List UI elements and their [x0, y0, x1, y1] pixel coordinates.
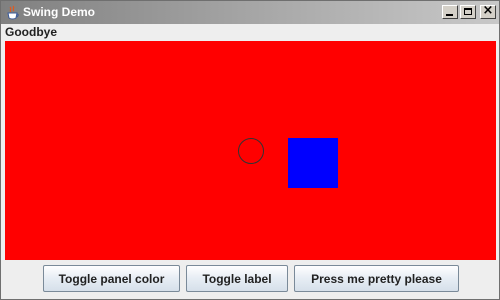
maximize-button[interactable]: [460, 5, 476, 19]
toggle-label-button[interactable]: Toggle label: [186, 265, 288, 292]
close-icon: ×: [482, 3, 494, 18]
status-label: Goodbye: [5, 25, 58, 39]
blue-square: [288, 138, 338, 188]
minimize-icon: [446, 14, 453, 16]
minimize-button[interactable]: [442, 5, 458, 19]
close-button[interactable]: ×: [480, 3, 496, 19]
window-controls: ×: [442, 3, 496, 19]
press-me-button[interactable]: Press me pretty please: [294, 265, 459, 292]
drawing-panel: [5, 41, 496, 260]
panel-canvas: [5, 41, 496, 260]
toggle-panel-color-button[interactable]: Toggle panel color: [43, 265, 180, 292]
button-bar: Toggle panel color Toggle label Press me…: [1, 265, 499, 295]
maximize-icon: [464, 8, 472, 15]
panel-background: [5, 41, 496, 260]
title-bar[interactable]: Swing Demo ×: [1, 1, 499, 24]
window-title: Swing Demo: [23, 5, 96, 19]
app-window: Swing Demo × Goodbye Toggle panel color …: [0, 0, 500, 300]
java-cup-icon: [5, 5, 21, 21]
